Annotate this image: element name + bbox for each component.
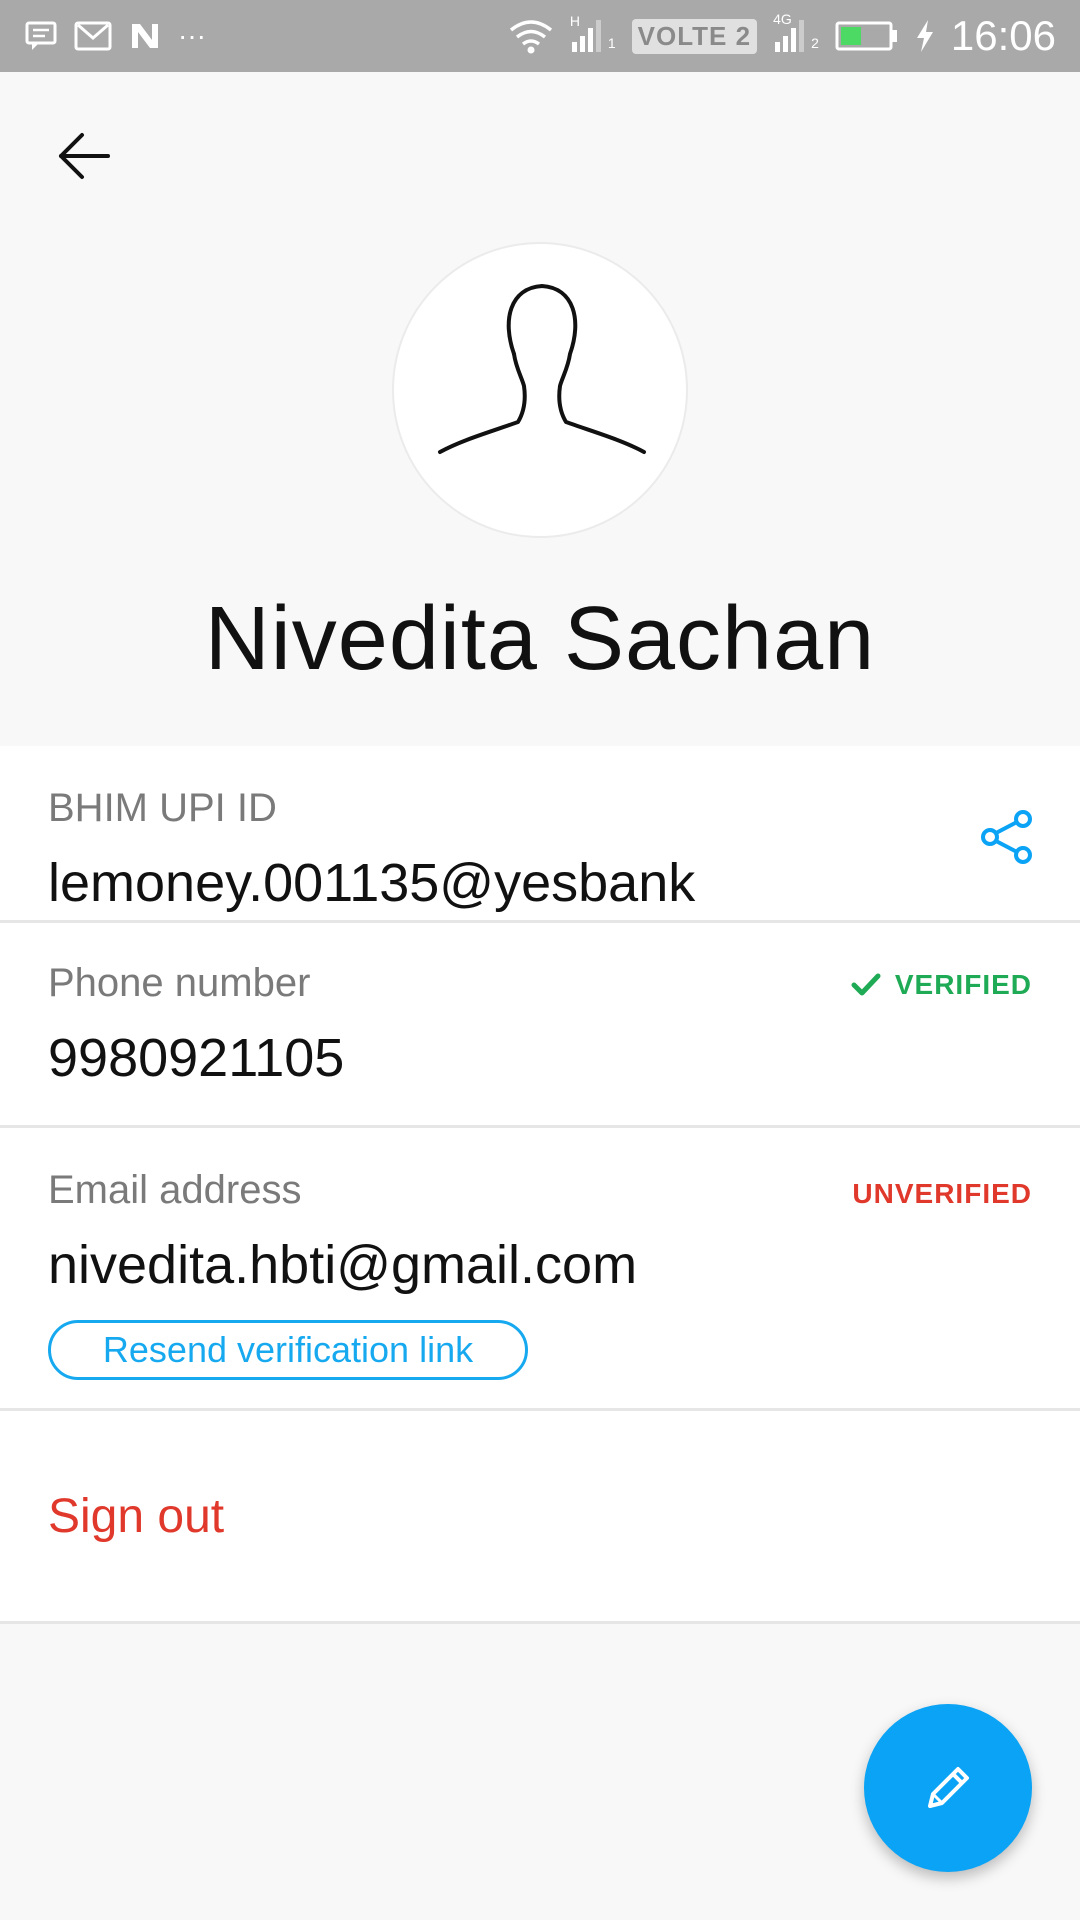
resend-verification-button[interactable]: Resend verification link	[48, 1320, 528, 1380]
sign-out-button[interactable]: Sign out	[48, 1489, 224, 1544]
phone-verified-badge: VERIFIED	[851, 969, 1032, 1001]
email-row: Email address nivedita.hbti@gmail.com UN…	[0, 1128, 1080, 1408]
upi-id-row: BHIM UPI ID lemoney.001135@yesbank	[0, 746, 1080, 920]
phone-label: Phone number	[48, 961, 311, 1005]
gmail-icon	[74, 16, 112, 56]
charging-icon	[915, 16, 935, 56]
email-value: nivedita.hbti@gmail.com	[48, 1235, 638, 1295]
email-status-text: UNVERIFIED	[852, 1178, 1032, 1209]
email-label: Email address	[48, 1168, 302, 1212]
back-button[interactable]	[48, 124, 120, 188]
profile-screen: ··· H 1 VOLTE 2 4G 2 16:06 Nivedita Sach…	[0, 0, 1080, 1920]
checkmark-icon	[851, 973, 881, 996]
status-bar: ··· H 1 VOLTE 2 4G 2 16:06	[0, 0, 1080, 72]
person-silhouette-icon	[438, 284, 646, 454]
share-upi-button[interactable]	[972, 802, 1042, 872]
upi-id-label: BHIM UPI ID	[48, 786, 277, 830]
phone-status-text: VERIFIED	[894, 969, 1032, 1000]
status-time: 16:06	[950, 12, 1056, 59]
wifi-icon	[508, 16, 554, 56]
battery-icon	[835, 16, 899, 56]
message-icon	[24, 16, 58, 56]
status-bar-notifications: ···	[24, 16, 206, 56]
phone-row: Phone number 9980921105 VERIFIED	[0, 923, 1080, 1125]
email-unverified-badge: UNVERIFIED	[852, 1178, 1032, 1210]
sign-out-row: Sign out	[0, 1411, 1080, 1621]
avatar[interactable]	[392, 242, 688, 538]
sim1-signal-icon: H 1	[569, 13, 616, 52]
profile-name: Nivedita Sachan	[204, 589, 876, 689]
divider	[0, 1621, 1080, 1624]
volte-badge: VOLTE 2	[631, 18, 758, 54]
pencil-icon	[928, 1767, 969, 1808]
phone-value: 9980921105	[48, 1028, 345, 1088]
status-bar-system: H 1 VOLTE 2 4G 2 16:06	[508, 12, 1056, 60]
more-notifications-icon: ···	[178, 20, 206, 51]
edit-profile-button[interactable]	[864, 1704, 1032, 1872]
arrow-left-icon	[59, 133, 110, 179]
upi-id-value: lemoney.001135@yesbank	[48, 853, 696, 913]
share-icon	[981, 810, 1032, 864]
profile-details-card: BHIM UPI ID lemoney.001135@yesbank Phone…	[0, 746, 1080, 1624]
sim2-signal-icon: 4G 2	[773, 11, 819, 52]
n-app-icon	[128, 16, 162, 56]
